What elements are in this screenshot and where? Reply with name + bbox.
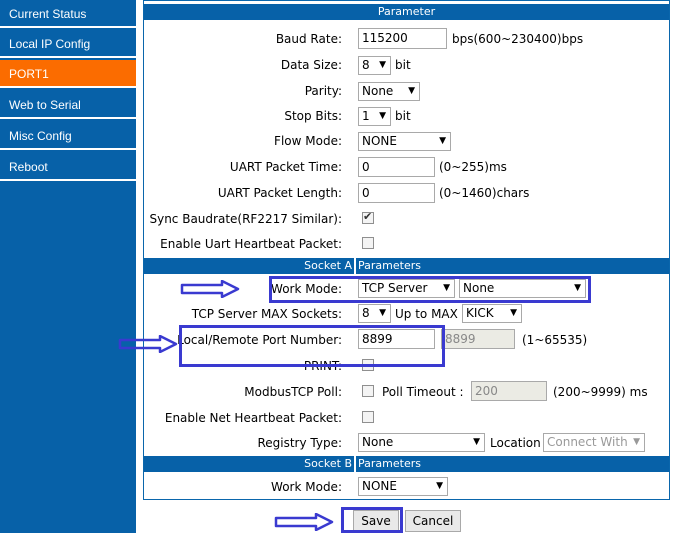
- arrow-right-icon: [180, 280, 240, 298]
- max-sockets-label: TCP Server MAX Sockets:: [191, 307, 342, 321]
- modbus-poll-label: ModbusTCP Poll:: [244, 385, 342, 399]
- uart-packet-length-input[interactable]: 0: [358, 183, 435, 203]
- socket-b-work-mode-value: NONE: [362, 479, 397, 493]
- registry-type-select[interactable]: None ▼: [358, 433, 485, 452]
- chevron-down-icon: ▼: [510, 308, 517, 318]
- stop-bits-value: 1: [362, 109, 370, 123]
- uart-heartbeat-label: Enable Uart Heartbeat Packet:: [160, 237, 342, 251]
- panel-title: Parameter: [144, 4, 669, 20]
- port-number-hint: (1~65535): [522, 333, 588, 347]
- uart-packet-time-input[interactable]: 0: [358, 157, 435, 177]
- socket-b-header-left: Socket B: [144, 456, 354, 472]
- remote-port-input[interactable]: 8899: [441, 329, 515, 349]
- socket-b-work-mode-select[interactable]: NONE ▼: [358, 477, 448, 496]
- sidebar-item-misc-config[interactable]: Misc Config: [0, 122, 136, 150]
- net-heartbeat-checkbox[interactable]: [362, 411, 374, 423]
- flow-mode-label: Flow Mode:: [274, 134, 342, 148]
- sidebar-nav: Current Status Local IP Config PORT1 Web…: [0, 0, 136, 533]
- data-size-label: Data Size:: [280, 58, 342, 72]
- chevron-down-icon: ▼: [408, 86, 415, 96]
- cancel-button[interactable]: Cancel: [405, 510, 461, 532]
- data-size-value: 8: [362, 58, 370, 72]
- sidebar-item-reboot[interactable]: Reboot: [0, 153, 136, 181]
- parity-select[interactable]: None ▼: [358, 82, 420, 101]
- socket-a-header-left: Socket A: [144, 258, 354, 274]
- location-select[interactable]: Connect With ▼: [543, 433, 645, 452]
- sidebar-item-local-ip-config[interactable]: Local IP Config: [0, 30, 136, 58]
- sidebar-item-port1[interactable]: PORT1: [0, 60, 136, 88]
- modbus-poll-checkbox[interactable]: [362, 385, 374, 397]
- location-value: Connect With: [547, 435, 628, 449]
- port-number-highlight-box: [179, 325, 445, 367]
- arrow-right-icon: [118, 335, 178, 353]
- uart-packet-time-hint: (0~255)ms: [439, 160, 507, 174]
- socket-a-header-right: Parameters: [356, 258, 669, 274]
- work-mode-highlight-box: [269, 276, 591, 303]
- uart-heartbeat-checkbox[interactable]: [362, 237, 374, 249]
- registry-type-value: None: [362, 435, 394, 449]
- sync-baudrate-label: Sync Baudrate(RF2217 Similar):: [149, 212, 342, 226]
- socket-b-header-right: Parameters: [356, 456, 669, 472]
- stop-bits-unit: bit: [395, 109, 411, 123]
- baud-rate-hint: bps(600~230400)bps: [452, 32, 584, 46]
- poll-timeout-label: Poll Timeout :: [382, 385, 464, 399]
- poll-timeout-input[interactable]: 200: [471, 381, 547, 401]
- up-to-max-label: Up to MAX: [395, 307, 458, 321]
- chevron-down-icon: ▼: [473, 437, 480, 447]
- flow-mode-select[interactable]: NONE ▼: [358, 132, 451, 151]
- chevron-down-icon: ▼: [379, 60, 386, 70]
- data-size-select[interactable]: 8 ▼: [358, 56, 391, 75]
- data-size-unit: bit: [395, 58, 411, 72]
- arrow-right-icon: [274, 513, 334, 531]
- max-sockets-select[interactable]: 8 ▼: [358, 304, 391, 323]
- stop-bits-label: Stop Bits:: [284, 109, 342, 123]
- chevron-down-icon: ▼: [379, 308, 386, 318]
- flow-mode-value: NONE: [362, 134, 397, 148]
- stop-bits-select[interactable]: 1 ▼: [358, 107, 391, 126]
- save-highlight-box: [341, 507, 403, 533]
- uart-packet-time-label: UART Packet Time:: [229, 160, 342, 174]
- registry-type-label: Registry Type:: [257, 436, 342, 450]
- location-label: Location: [490, 436, 541, 450]
- chevron-down-icon: ▼: [633, 437, 640, 447]
- baud-rate-label: Baud Rate:: [275, 32, 342, 46]
- max-sockets-policy-value: KICK: [466, 306, 494, 320]
- baud-rate-input[interactable]: 115200: [358, 28, 447, 49]
- chevron-down-icon: ▼: [439, 136, 446, 146]
- parity-label: Parity:: [304, 84, 342, 98]
- max-sockets-value: 8: [362, 306, 370, 320]
- parity-value: None: [362, 84, 394, 98]
- parameter-panel: Parameter Baud Rate: 115200 bps(600~2304…: [143, 0, 670, 500]
- net-heartbeat-label: Enable Net Heartbeat Packet:: [164, 411, 342, 425]
- sync-baudrate-checkbox[interactable]: [362, 210, 374, 224]
- chevron-down-icon: ▼: [379, 111, 386, 121]
- socket-b-work-mode-label: Work Mode:: [271, 480, 342, 494]
- sidebar-item-current-status[interactable]: Current Status: [0, 0, 136, 28]
- uart-packet-length-hint: (0~1460)chars: [439, 186, 530, 200]
- uart-packet-length-label: UART Packet Length:: [217, 186, 342, 200]
- max-sockets-policy-select[interactable]: KICK ▼: [462, 304, 522, 323]
- chevron-down-icon: ▼: [436, 481, 443, 491]
- sidebar-item-web-to-serial[interactable]: Web to Serial: [0, 91, 136, 119]
- poll-timeout-hint: (200~9999) ms: [553, 385, 648, 399]
